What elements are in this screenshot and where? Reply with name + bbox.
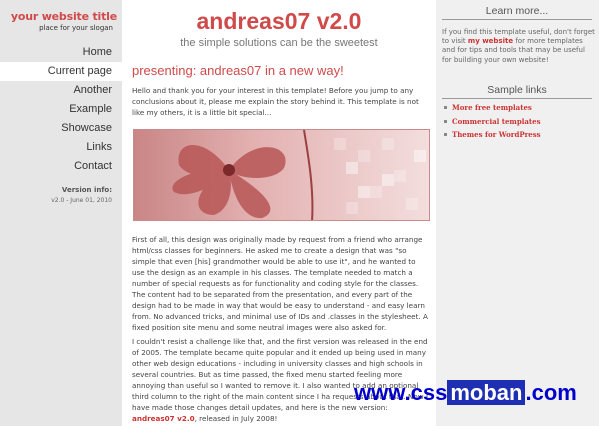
learn-more-heading: Learn more... bbox=[485, 5, 549, 17]
watermark-highlight: moban bbox=[447, 380, 526, 405]
nav-item-links[interactable]: Links bbox=[0, 138, 122, 157]
link-commercial-templates[interactable]: Commercial templates bbox=[442, 115, 592, 129]
site-title: andreas07 v2.0 bbox=[196, 8, 362, 34]
bullet-icon bbox=[444, 133, 447, 136]
link-themes-for-wordpress[interactable]: Themes for WordPress bbox=[442, 128, 592, 142]
intro-paragraph: Hello and thank you for your interest in… bbox=[132, 86, 419, 117]
main-content: andreas07 v2.0 the simple solutions can … bbox=[122, 0, 436, 426]
version-info-value: v2.0 - June 01, 2010 bbox=[51, 197, 112, 204]
main-nav: Home Current page Another Example Showca… bbox=[0, 43, 122, 176]
nav-item-home[interactable]: Home bbox=[0, 43, 122, 62]
flower-banner-image bbox=[133, 129, 430, 221]
learn-more-text: If you find this template useful, don't … bbox=[442, 28, 595, 65]
link-label: More free templates bbox=[452, 103, 532, 112]
watermark: www.css moban .com bbox=[354, 380, 594, 410]
sample-links-heading: Sample links bbox=[487, 84, 547, 96]
story-paragraph: First of all, this design was originally… bbox=[132, 235, 428, 332]
left-sidebar: your website title place for your slogan… bbox=[0, 0, 122, 426]
watermark-prefix: www.css bbox=[354, 380, 448, 405]
site-slogan: the simple solutions can be the sweetest bbox=[180, 37, 378, 49]
nav-item-another[interactable]: Another bbox=[0, 81, 122, 100]
learn-more-divider bbox=[442, 19, 592, 20]
logo-title[interactable]: your website title bbox=[0, 10, 117, 23]
bullet-icon bbox=[444, 119, 447, 123]
nav-item-current-page[interactable]: Current page bbox=[0, 62, 122, 81]
link-more-free-templates[interactable]: More free templates bbox=[442, 101, 592, 115]
my-website-link[interactable]: my website bbox=[468, 37, 513, 45]
watermark-suffix: .com bbox=[525, 380, 577, 405]
logo-slogan: place for your slogan bbox=[39, 24, 113, 32]
version-info-label: Version info: bbox=[61, 186, 112, 194]
nav-item-example[interactable]: Example bbox=[0, 100, 122, 119]
nav-item-showcase[interactable]: Showcase bbox=[0, 119, 122, 138]
link-label: Themes for WordPress bbox=[452, 130, 541, 139]
post-heading: presenting: andreas07 in a new way! bbox=[132, 63, 344, 78]
release-version-link[interactable]: andreas07 v2.0 bbox=[132, 414, 195, 423]
release-text-after: , released in July 2008! bbox=[194, 414, 278, 423]
sample-links-divider bbox=[442, 98, 592, 99]
link-label: Commercial templates bbox=[452, 116, 541, 126]
sample-links-list: More free templates Commercial templates… bbox=[442, 101, 592, 142]
bullet-icon bbox=[444, 106, 447, 109]
nav-item-contact[interactable]: Contact bbox=[0, 157, 122, 176]
right-sidebar: Learn more... If you find this template … bbox=[436, 0, 599, 426]
